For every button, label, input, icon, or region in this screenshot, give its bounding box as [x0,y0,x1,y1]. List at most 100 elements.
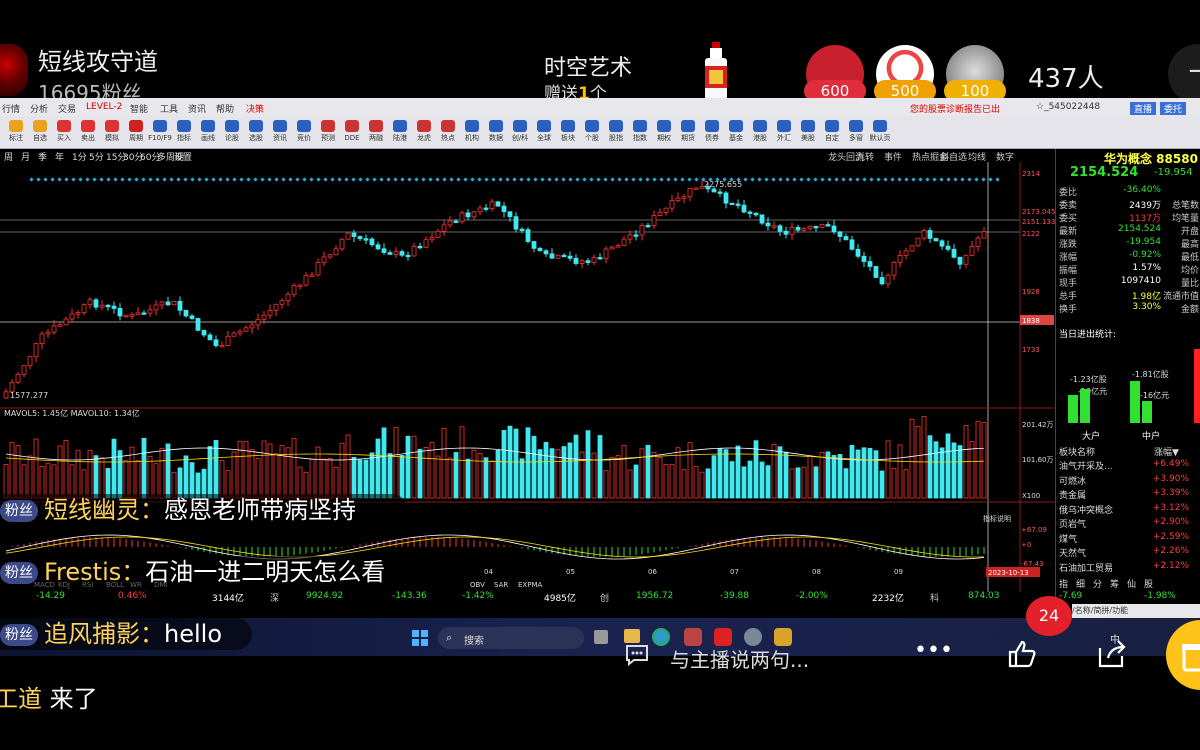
menu-trade[interactable]: 交易 [58,102,76,115]
candle-body [81,304,87,314]
toolbar-icon [393,120,407,132]
candle-body [663,207,669,213]
entrust-button[interactable]: 委托 [1160,102,1187,115]
candle-body [585,260,591,263]
chat-username[interactable]: 短线幽灵： [44,496,164,524]
volume-bar [69,464,75,499]
quote-row-label-2: 量比 [1180,279,1199,289]
menu-news[interactable]: 资讯 [188,102,206,115]
sector-row[interactable]: 石油加工贸易 +2.12% [1059,561,1200,574]
sector-header-name[interactable]: 板块名称 [1059,445,1095,458]
sector-tab[interactable]: 仙 [1127,577,1136,590]
kline-chart[interactable]: 2275.655 1577.277 2314 2173.045 2151.133 2122… [0,162,1055,618]
volume-bar [399,455,405,499]
task-view-icon[interactable] [594,630,608,644]
signal-marker [673,177,678,182]
keyboard-genie-hint[interactable]: /名称/简拼/功能 [1072,604,1200,618]
candle-body [441,224,447,232]
sector-tab[interactable]: 股 [1144,577,1153,590]
sector-header-change[interactable]: 涨幅▼ [1154,445,1179,458]
sector-row[interactable]: 贵金属 +3.39% [1059,488,1200,501]
liquor-bottle-icon [705,42,727,100]
macd-axis-label: +67.09 [1021,526,1047,534]
candle-body [183,309,189,317]
volume-bar [489,460,495,499]
share-icon[interactable] [1096,638,1128,670]
sector-name: 俄乌冲突概念 [1059,505,1114,516]
more-button[interactable]: ••• [914,638,953,663]
candle-body [177,300,183,311]
sector-row[interactable]: 油气开采及... +6.49% [1059,459,1200,472]
month-label: 06 [648,568,657,576]
toolbar-icon [297,120,311,132]
signal-marker [309,177,314,182]
signal-marker [498,177,503,182]
candle-body [195,318,201,331]
menu-level2[interactable]: LEVEL-2 [86,102,122,112]
volume-bar [651,451,657,499]
sector-tab[interactable]: 筹 [1110,577,1119,590]
quote-row-label: 委卖 [1059,201,1078,211]
streamer-avatar[interactable] [0,44,28,96]
signal-marker [519,177,524,182]
signal-marker [449,177,454,182]
menu-decision[interactable]: 决策 [246,102,264,115]
sector-row[interactable]: 页岩气 +2.90% [1059,517,1200,530]
sector-row[interactable]: 可燃冰 +3.90% [1059,474,1200,487]
signal-marker [435,177,440,182]
windows-start-icon[interactable] [412,630,428,646]
toolbar-button[interactable]: 默认页 [866,118,894,146]
sector-row[interactable]: 俄乌冲突概念 +3.12% [1059,503,1200,516]
chat-username[interactable]: 追风捕影： [44,620,164,648]
toolbar-button-label: 买入 [57,134,71,142]
chat-username[interactable]: 工道 [0,685,42,713]
quote-row-label: 涨幅 [1059,253,1078,263]
comment-icon [626,645,648,667]
sector-row[interactable]: 天然气 +2.26% [1059,546,1200,559]
volume-bar [609,456,615,499]
viewer-count[interactable]: 437人 [1028,58,1104,95]
menu-analysis[interactable]: 分析 [30,102,48,115]
taskbar-search[interactable]: ⌕ 搜索 [438,627,584,649]
quote-row-label-2: 均价 [1180,266,1199,276]
toolbar-button-label: 全球 [537,134,551,142]
toolbar-icon [129,120,143,132]
quote-change: -19.954 [1154,167,1193,178]
menu-smart[interactable]: 智能 [130,102,148,115]
volume-bar [291,437,297,499]
volume-bar [861,447,867,499]
signal-marker [624,177,629,182]
toolbar-icon [177,120,191,132]
volume-bar [123,460,129,499]
diagnosis-notice[interactable]: 您的股票诊断报告已出 [910,102,1000,115]
quote-row-label-2: 流通市值 [1162,292,1199,302]
candle-body [963,254,969,265]
signal-marker [540,177,545,182]
signal-marker [505,177,510,182]
sector-row[interactable]: 煤气 +2.59% [1059,532,1200,545]
sector-tab[interactable]: 细 [1076,577,1085,590]
volume-bar [573,434,579,499]
streamer-name[interactable]: 短线攻守道 [38,42,158,77]
volume-bar [837,454,843,499]
menu-tools[interactable]: 工具 [160,102,178,115]
gift-box-icon [1182,644,1200,672]
sector-tab[interactable]: 分 [1093,577,1102,590]
volume-bar [873,450,879,499]
candle-body [783,230,789,235]
candle-body [213,339,219,347]
menu-help[interactable]: 帮助 [216,102,234,115]
volume-bar [807,455,813,499]
menu-quotes[interactable]: 行情 [2,102,20,115]
like-thumb-icon[interactable] [1006,638,1038,670]
price-axis-label: 2314 [1022,170,1040,178]
toolbar-icon [321,120,335,132]
comment-input[interactable]: 与主播说两句... [620,636,900,676]
live-button[interactable]: 直播 [1130,102,1157,115]
volume-bar [255,458,261,499]
candle-body [387,252,393,255]
chat-username[interactable]: Frestis： [44,558,145,586]
sector-tab[interactable]: 指 [1059,577,1068,590]
stream-bottom-bar [0,656,1200,750]
signal-marker [190,177,195,182]
